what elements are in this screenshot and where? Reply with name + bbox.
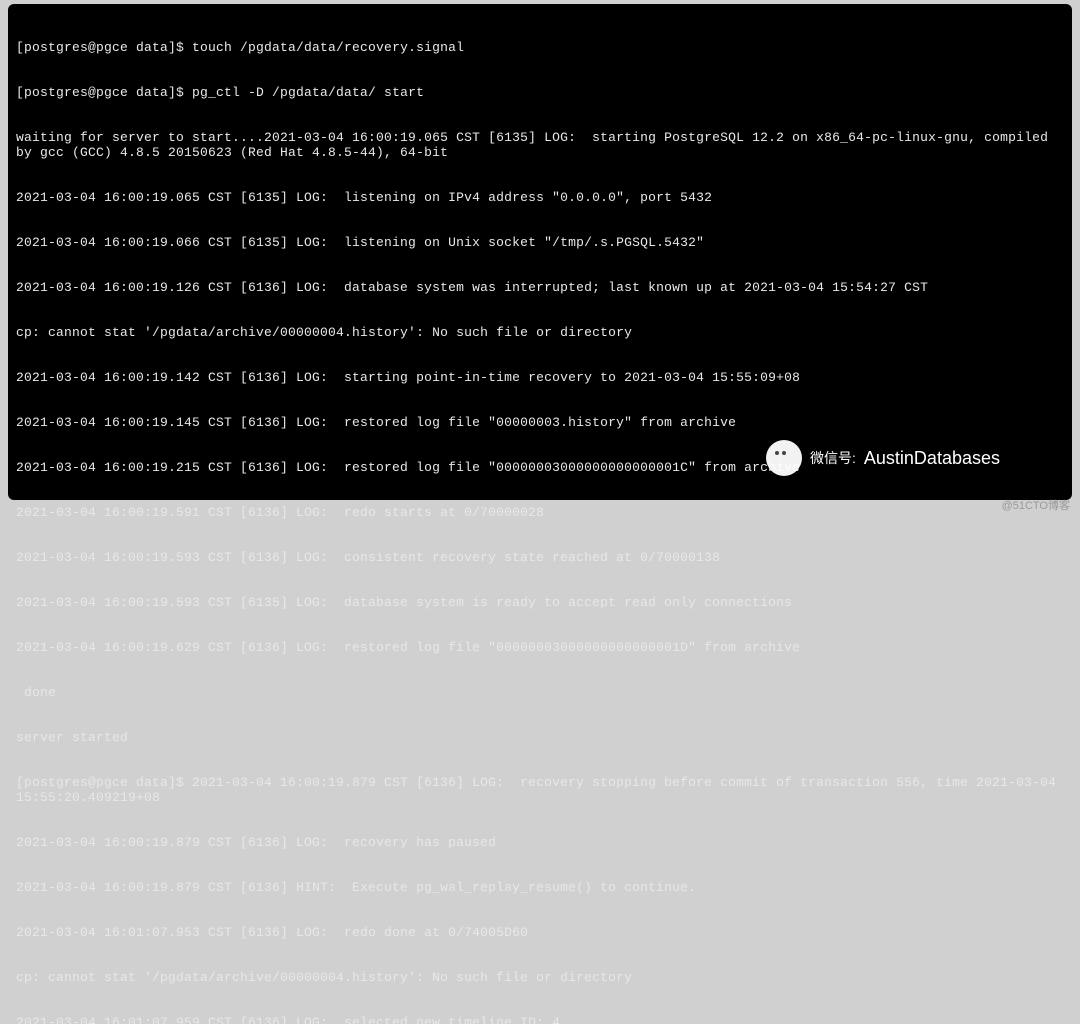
- log-line: server started: [16, 730, 1064, 745]
- log-line: 2021-03-04 16:01:07.953 CST [6136] LOG: …: [16, 925, 1064, 940]
- log-line: 2021-03-04 16:00:19.629 CST [6136] LOG: …: [16, 640, 1064, 655]
- shell-prompt: [postgres@pgce data]$: [16, 40, 192, 55]
- wechat-watermark: 微信号: AustinDatabases: [766, 440, 1000, 476]
- log-line: 2021-03-04 16:00:19.879 CST [6136] HINT:…: [16, 880, 1064, 895]
- log-line: waiting for server to start....2021-03-0…: [16, 130, 1064, 160]
- log-line: 2021-03-04 16:00:19.591 CST [6136] LOG: …: [16, 505, 1064, 520]
- log-line: 2021-03-04 16:00:19.066 CST [6135] LOG: …: [16, 235, 1064, 250]
- log-line: 2021-03-04 16:00:19.593 CST [6135] LOG: …: [16, 595, 1064, 610]
- shell-prompt: [postgres@pgce data]$: [16, 85, 192, 100]
- log-line: 2021-03-04 16:00:19.145 CST [6136] LOG: …: [16, 415, 1064, 430]
- log-line: 2021-03-04 16:00:19.879 CST [6136] LOG: …: [16, 835, 1064, 850]
- wechat-label: 微信号:: [810, 451, 856, 466]
- command-line-1: [postgres@pgce data]$ touch /pgdata/data…: [16, 40, 1064, 55]
- terminal-window[interactable]: [postgres@pgce data]$ touch /pgdata/data…: [8, 4, 1072, 500]
- log-line: cp: cannot stat '/pgdata/archive/0000000…: [16, 325, 1064, 340]
- log-line: 2021-03-04 16:00:19.126 CST [6136] LOG: …: [16, 280, 1064, 295]
- log-line: 2021-03-04 16:00:19.593 CST [6136] LOG: …: [16, 550, 1064, 565]
- log-line: 2021-03-04 16:00:19.142 CST [6136] LOG: …: [16, 370, 1064, 385]
- shell-prompt: [postgres@pgce data]$: [16, 775, 192, 790]
- log-line: done: [16, 685, 1064, 700]
- log-line: 2021-03-04 16:00:19.065 CST [6135] LOG: …: [16, 190, 1064, 205]
- log-line: 2021-03-04 16:01:07.959 CST [6136] LOG: …: [16, 1015, 1064, 1024]
- log-line: cp: cannot stat '/pgdata/archive/0000000…: [16, 970, 1064, 985]
- command-line-2: [postgres@pgce data]$ pg_ctl -D /pgdata/…: [16, 85, 1064, 100]
- command-text: pg_ctl -D /pgdata/data/ start: [192, 85, 424, 100]
- command-line-3: [postgres@pgce data]$ 2021-03-04 16:00:1…: [16, 775, 1064, 805]
- wechat-icon: [766, 440, 802, 476]
- wechat-handle: AustinDatabases: [864, 451, 1000, 466]
- command-text: touch /pgdata/data/recovery.signal: [192, 40, 464, 55]
